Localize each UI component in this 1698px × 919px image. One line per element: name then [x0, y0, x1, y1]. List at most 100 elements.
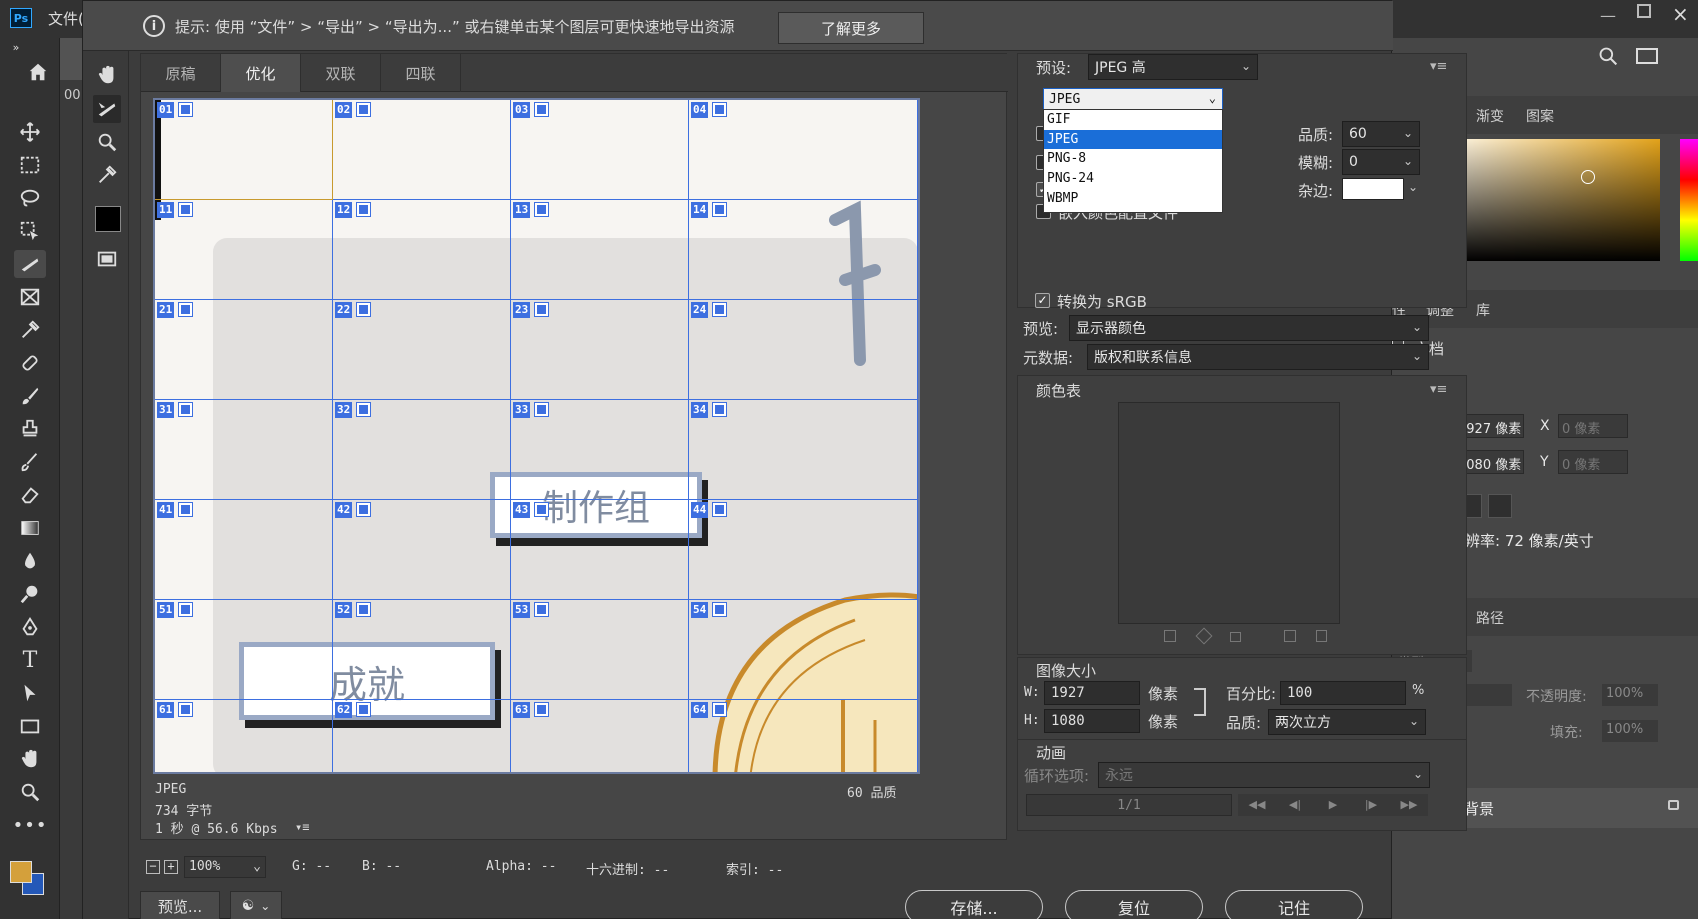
object-select-tool-icon[interactable] — [14, 217, 46, 245]
format-option-gif[interactable]: GIF — [1044, 110, 1222, 130]
delete-color-icon[interactable] — [1316, 630, 1327, 642]
slice-cell[interactable]: 62 — [333, 700, 511, 772]
collapse-arrows-icon[interactable]: » — [6, 40, 26, 54]
tab-original[interactable]: 原稿 — [141, 54, 221, 92]
search-icon[interactable] — [1598, 46, 1618, 70]
zoom-select[interactable]: 100% ⌄ — [184, 856, 266, 878]
format-select[interactable]: JPEG ⌄ — [1043, 88, 1223, 110]
slice-cell[interactable]: 52 — [333, 600, 511, 700]
format-option-wbmp[interactable]: WBMP — [1044, 188, 1222, 208]
slice-cell[interactable]: 23 — [511, 300, 689, 400]
convert-srgb-checkbox[interactable]: ✓ — [1035, 293, 1050, 308]
stamp-tool-icon[interactable] — [14, 415, 46, 443]
hand-tool-icon[interactable] — [14, 745, 46, 773]
zoom-out-icon[interactable]: − — [146, 860, 160, 874]
preset-select[interactable]: JPEG 高 ⌄ — [1088, 54, 1258, 80]
format-option-png24[interactable]: PNG-24 — [1044, 169, 1222, 189]
slice-cell[interactable]: 22 — [333, 300, 511, 400]
format-option-jpeg[interactable]: JPEG — [1044, 129, 1222, 150]
slice-cell[interactable]: 42 — [333, 500, 511, 600]
healing-brush-icon[interactable] — [14, 349, 46, 377]
slice-cell[interactable]: 31 — [155, 400, 333, 500]
minimize-icon[interactable]: — — [1600, 6, 1616, 25]
map-transparency-icon[interactable] — [1164, 630, 1176, 642]
pen-tool-icon[interactable] — [14, 613, 46, 641]
slice-cell[interactable]: 43 — [511, 500, 689, 600]
tab-4up[interactable]: 四联 — [381, 54, 461, 92]
blur-select[interactable]: 0 ⌄ — [1342, 149, 1420, 175]
tab-gradients[interactable]: 渐变 — [1476, 106, 1504, 126]
zoom-in-icon[interactable]: + — [164, 860, 178, 874]
y-field[interactable]: 0 像素 — [1558, 450, 1628, 474]
slice-cell[interactable]: 13 — [511, 200, 689, 300]
prev-frame-icon[interactable]: ◀| — [1276, 794, 1314, 816]
x-field[interactable]: 0 像素 — [1558, 414, 1628, 438]
slice-cell[interactable]: 04 — [689, 100, 918, 200]
slice-cell[interactable]: 61 — [155, 700, 333, 772]
landscape-orientation-icon[interactable] — [1488, 494, 1512, 518]
home-icon[interactable] — [22, 58, 54, 86]
slice-cell[interactable]: 03 — [511, 100, 689, 200]
fill-field[interactable]: 100% — [1602, 720, 1658, 742]
tab-2up[interactable]: 双联 — [301, 54, 381, 92]
opacity-field[interactable]: 100% — [1602, 684, 1658, 706]
tab-libraries[interactable]: 库 — [1476, 300, 1490, 320]
restore-icon[interactable] — [1637, 4, 1651, 18]
type-tool-icon[interactable]: T — [14, 646, 46, 674]
dodge-tool-icon[interactable] — [14, 580, 46, 608]
tab-optimized[interactable]: 优化 — [221, 54, 301, 92]
browser-select[interactable]: ☯ ⌄ — [230, 891, 282, 919]
last-frame-icon[interactable]: ▶▶ — [1390, 794, 1428, 816]
tab-patterns[interactable]: 图案 — [1526, 106, 1554, 126]
play-icon[interactable]: ▶ — [1314, 794, 1352, 816]
image-canvas[interactable]: 制作组 成就 01 02 03 04 11 12 13 14 21 22 23 24 31 32 33 34 4… — [153, 98, 920, 774]
ps-menu-file[interactable]: 文件( — [48, 8, 84, 29]
first-frame-icon[interactable]: ◀◀ — [1238, 794, 1276, 816]
resample-select[interactable]: 两次立方 ⌄ — [1268, 709, 1426, 735]
brush-tool-icon[interactable] — [14, 382, 46, 410]
eyedropper-color-swatch[interactable] — [95, 206, 121, 232]
hand-tool-icon[interactable] — [93, 61, 121, 89]
format-option-png8[interactable]: PNG-8 — [1044, 149, 1222, 169]
preset-menu-icon[interactable]: ▾≡ — [1430, 59, 1447, 74]
gradient-tool-icon[interactable] — [14, 514, 46, 542]
slice-cell[interactable]: 21 — [155, 300, 333, 400]
rectangle-tool-icon[interactable] — [14, 712, 46, 740]
frame-tool-icon[interactable] — [14, 283, 46, 311]
lasso-tool-icon[interactable] — [14, 184, 46, 212]
tab-paths[interactable]: 路径 — [1476, 608, 1504, 628]
slice-cell[interactable]: 12 — [333, 200, 511, 300]
new-color-icon[interactable] — [1284, 630, 1296, 642]
slice-cell[interactable]: 44 — [689, 500, 918, 600]
foreground-color-swatch[interactable] — [10, 861, 32, 883]
slice-select-tool-icon[interactable] — [93, 95, 121, 123]
workspace-icon[interactable] — [1636, 48, 1658, 64]
metadata-select[interactable]: 版权和联系信息 ⌄ — [1087, 344, 1429, 370]
slice-cell[interactable]: 01 — [155, 100, 333, 200]
eyedropper-tool-icon[interactable] — [14, 316, 46, 344]
preview-button[interactable]: 预览... — [140, 891, 220, 919]
slice-cell[interactable]: 64 — [689, 700, 918, 772]
size-height-field[interactable]: 1080 — [1044, 709, 1140, 733]
zoom-tool-icon[interactable] — [93, 128, 121, 156]
next-frame-icon[interactable]: |▶ — [1352, 794, 1390, 816]
eyedropper-tool-icon[interactable] — [93, 161, 121, 189]
chevron-down-icon[interactable]: ⌄ — [1408, 180, 1418, 194]
slice-cell[interactable]: 11 — [155, 200, 333, 300]
info-speed-menu-icon[interactable]: ▾≡ — [295, 820, 309, 834]
size-width-field[interactable]: 1927 — [1044, 681, 1140, 705]
quality-select[interactable]: 60 ⌄ — [1342, 121, 1420, 147]
close-window-icon[interactable]: × — [1672, 2, 1689, 26]
slice-cell[interactable]: 53 — [511, 600, 689, 700]
slice-cell[interactable]: 33 — [511, 400, 689, 500]
zoom-tool-icon[interactable] — [14, 778, 46, 806]
slice-cell[interactable]: 24 — [689, 300, 918, 400]
matte-color-swatch[interactable] — [1342, 178, 1404, 200]
slice-cell[interactable]: 14 — [689, 200, 918, 300]
hue-slider[interactable] — [1680, 139, 1698, 261]
blur-tool-icon[interactable] — [14, 547, 46, 575]
web-snap-icon[interactable] — [1195, 627, 1213, 645]
slice-cell[interactable]: 32 — [333, 400, 511, 500]
color-table-menu-icon[interactable]: ▾≡ — [1430, 382, 1447, 397]
slice-cell[interactable]: 41 — [155, 500, 333, 600]
